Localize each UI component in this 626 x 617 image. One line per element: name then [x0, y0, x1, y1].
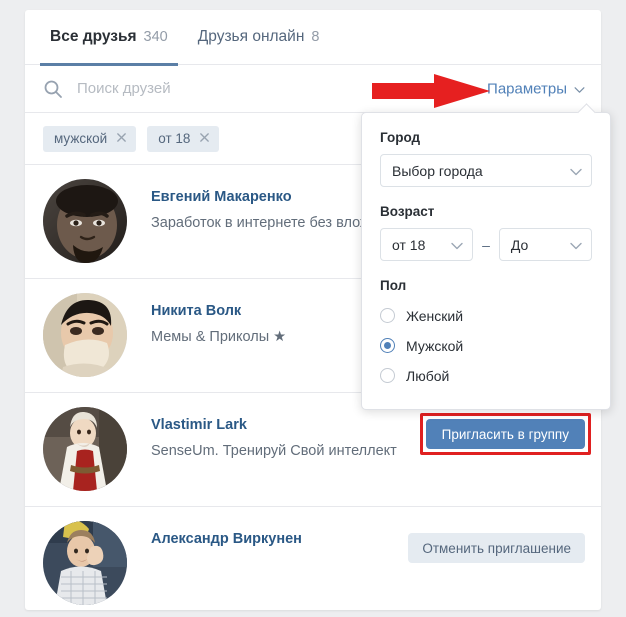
- filter-chip-gender[interactable]: мужской: [43, 125, 137, 152]
- params-button-label: Параметры: [487, 80, 567, 97]
- list-item-info: Евгений Макаренко Заработок в интернете …: [151, 179, 378, 231]
- list-item-action: Отменить приглашение: [408, 533, 585, 563]
- search-input[interactable]: [77, 80, 337, 97]
- gender-option-any[interactable]: Любой: [380, 362, 592, 389]
- chevron-down-icon: [451, 237, 463, 253]
- friend-name[interactable]: Александр Виркунен: [151, 531, 302, 547]
- filter-chip-age-label: от 18: [158, 131, 191, 146]
- close-icon[interactable]: [116, 131, 127, 146]
- age-from-value: от 18: [392, 236, 426, 253]
- invite-to-group-button[interactable]: Пригласить в группу: [425, 419, 585, 449]
- friend-status: Мемы & Приколы ★: [151, 329, 287, 345]
- tab-all-friends-count: 340: [143, 29, 168, 45]
- age-to-value: До: [510, 236, 529, 253]
- chevron-down-icon: [574, 80, 585, 97]
- tabs-bar: Все друзья 340 Друзья онлайн 8: [25, 10, 601, 66]
- close-icon[interactable]: [199, 131, 210, 146]
- age-range-row: от 18 – До: [380, 228, 592, 261]
- gender-option-any-label: Любой: [406, 367, 450, 384]
- friend-status: SenseUm. Тренируй Свой интеллект: [151, 443, 397, 459]
- friend-name[interactable]: Vlastimir Lark: [151, 417, 397, 433]
- age-label: Возраст: [380, 204, 435, 219]
- avatar[interactable]: [43, 521, 127, 605]
- cancel-invitation-button[interactable]: Отменить приглашение: [408, 533, 585, 563]
- search-icon: [43, 79, 63, 99]
- list-item-info: Александр Виркунен: [151, 521, 302, 557]
- screenshot-root: Все друзья 340 Друзья онлайн 8 Параметры: [0, 0, 626, 617]
- gender-label: Пол: [380, 278, 407, 293]
- age-range-separator: –: [482, 236, 490, 253]
- city-select[interactable]: Выбор города: [380, 154, 592, 187]
- radio-icon[interactable]: [380, 368, 395, 383]
- gender-option-female-label: Женский: [406, 307, 464, 324]
- list-item-info: Vlastimir Lark SenseUm. Тренируй Свой ин…: [151, 407, 397, 459]
- age-from-select[interactable]: от 18: [380, 228, 474, 261]
- chevron-down-icon: [570, 163, 582, 179]
- list-item-info: Никита Волк Мемы & Приколы ★: [151, 293, 286, 345]
- filter-chip-age[interactable]: от 18: [147, 125, 220, 152]
- city-select-value: Выбор города: [392, 162, 483, 179]
- city-label: Город: [380, 130, 421, 145]
- params-dropdown: Город Выбор города Возраст от 18 – До По…: [361, 112, 611, 410]
- list-item[interactable]: Александр Виркунен Отменить приглашение: [25, 507, 601, 610]
- gender-option-female[interactable]: Женский: [380, 302, 592, 329]
- friend-status: Заработок в интернете без вложе: [151, 215, 378, 231]
- gender-option-male[interactable]: Мужской: [380, 332, 592, 359]
- age-to-select[interactable]: До: [498, 228, 592, 261]
- friend-name[interactable]: Никита Волк: [151, 303, 286, 319]
- tab-friends-online[interactable]: Друзья онлайн 8: [188, 10, 330, 65]
- list-item[interactable]: Vlastimir Lark SenseUm. Тренируй Свой ин…: [25, 393, 601, 507]
- radio-icon[interactable]: [380, 308, 395, 323]
- avatar[interactable]: [43, 407, 127, 491]
- tab-friends-online-count: 8: [311, 29, 320, 45]
- list-item-action: Пригласить в группу: [419, 413, 591, 455]
- chevron-down-icon: [570, 237, 582, 253]
- avatar[interactable]: [43, 293, 127, 377]
- gender-option-male-label: Мужской: [406, 337, 464, 354]
- tab-all-friends[interactable]: Все друзья 340: [40, 10, 178, 66]
- tab-friends-online-label: Друзья онлайн: [197, 28, 305, 45]
- filter-chip-gender-label: мужской: [54, 131, 108, 146]
- avatar[interactable]: [43, 179, 127, 263]
- params-button[interactable]: Параметры: [487, 80, 585, 97]
- radio-selected-icon[interactable]: [380, 338, 395, 353]
- search-row: Параметры: [25, 65, 601, 113]
- friend-name[interactable]: Евгений Макаренко: [151, 189, 378, 205]
- tab-all-friends-label: Все друзья: [50, 28, 137, 45]
